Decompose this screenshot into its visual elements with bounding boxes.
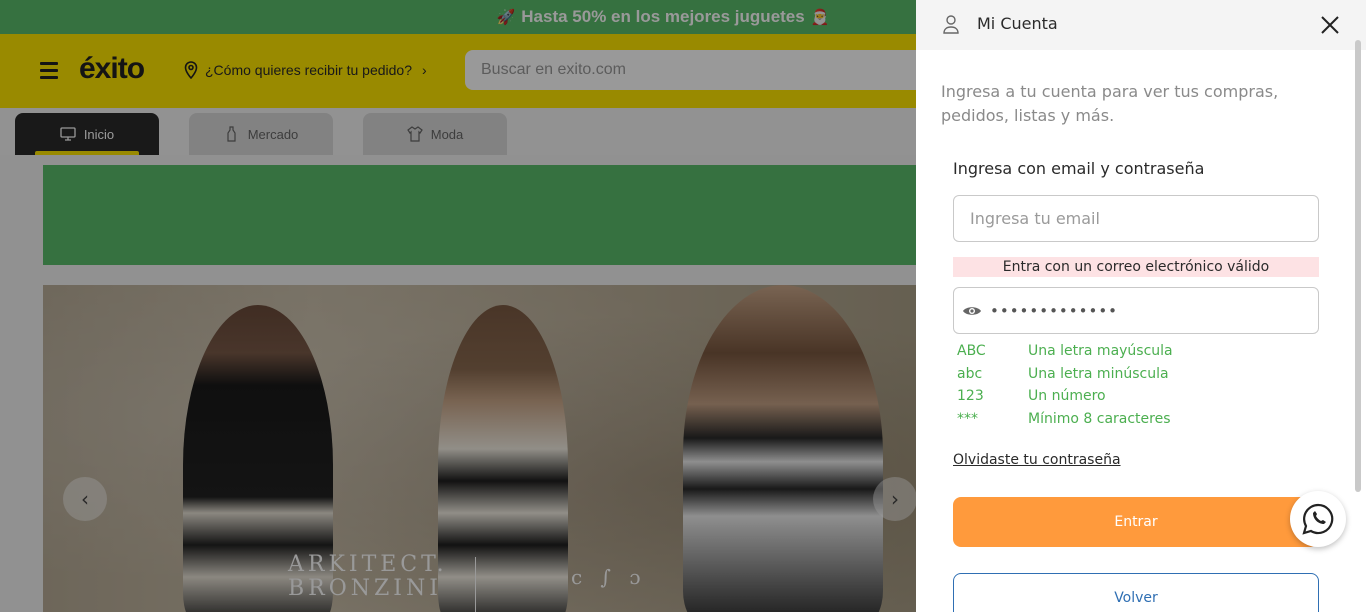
forgot-password-link[interactable]: Olvidaste tu contraseña bbox=[953, 452, 1121, 468]
eye-icon[interactable] bbox=[962, 304, 982, 318]
back-button[interactable]: Volver bbox=[953, 573, 1319, 612]
password-rule: *** Mínimo 8 caracteres bbox=[957, 411, 1171, 428]
password-rule: ABC Una letra mayúscula bbox=[957, 343, 1173, 360]
whatsapp-icon bbox=[1302, 503, 1334, 535]
login-intro-text: Ingresa a tu cuenta para ver tus compras… bbox=[941, 82, 1279, 125]
drawer-header: Mi Cuenta bbox=[916, 0, 1366, 50]
login-submit-button[interactable]: Entrar bbox=[953, 497, 1319, 547]
drawer-scrollbar[interactable] bbox=[1355, 40, 1361, 492]
password-rules: ABC Una letra mayúscula abc Una letra minú… bbox=[957, 340, 1257, 430]
user-icon bbox=[943, 15, 959, 34]
drawer-title: Mi Cuenta bbox=[977, 14, 1058, 33]
password-mask: ••••••••••••• bbox=[990, 301, 1119, 320]
password-field[interactable]: ••••••••••••• bbox=[953, 287, 1319, 334]
password-rule: abc Una letra minúscula bbox=[957, 365, 1169, 382]
form-title: Ingresa con email y contraseña bbox=[953, 159, 1205, 178]
close-icon[interactable] bbox=[1318, 13, 1342, 37]
email-error-message: Entra con un correo electrónico válido bbox=[953, 257, 1319, 277]
email-field[interactable] bbox=[953, 195, 1319, 242]
whatsapp-chat-button[interactable] bbox=[1290, 491, 1346, 547]
password-rule: 123 Un número bbox=[957, 388, 1106, 405]
modal-backdrop[interactable] bbox=[0, 0, 916, 612]
